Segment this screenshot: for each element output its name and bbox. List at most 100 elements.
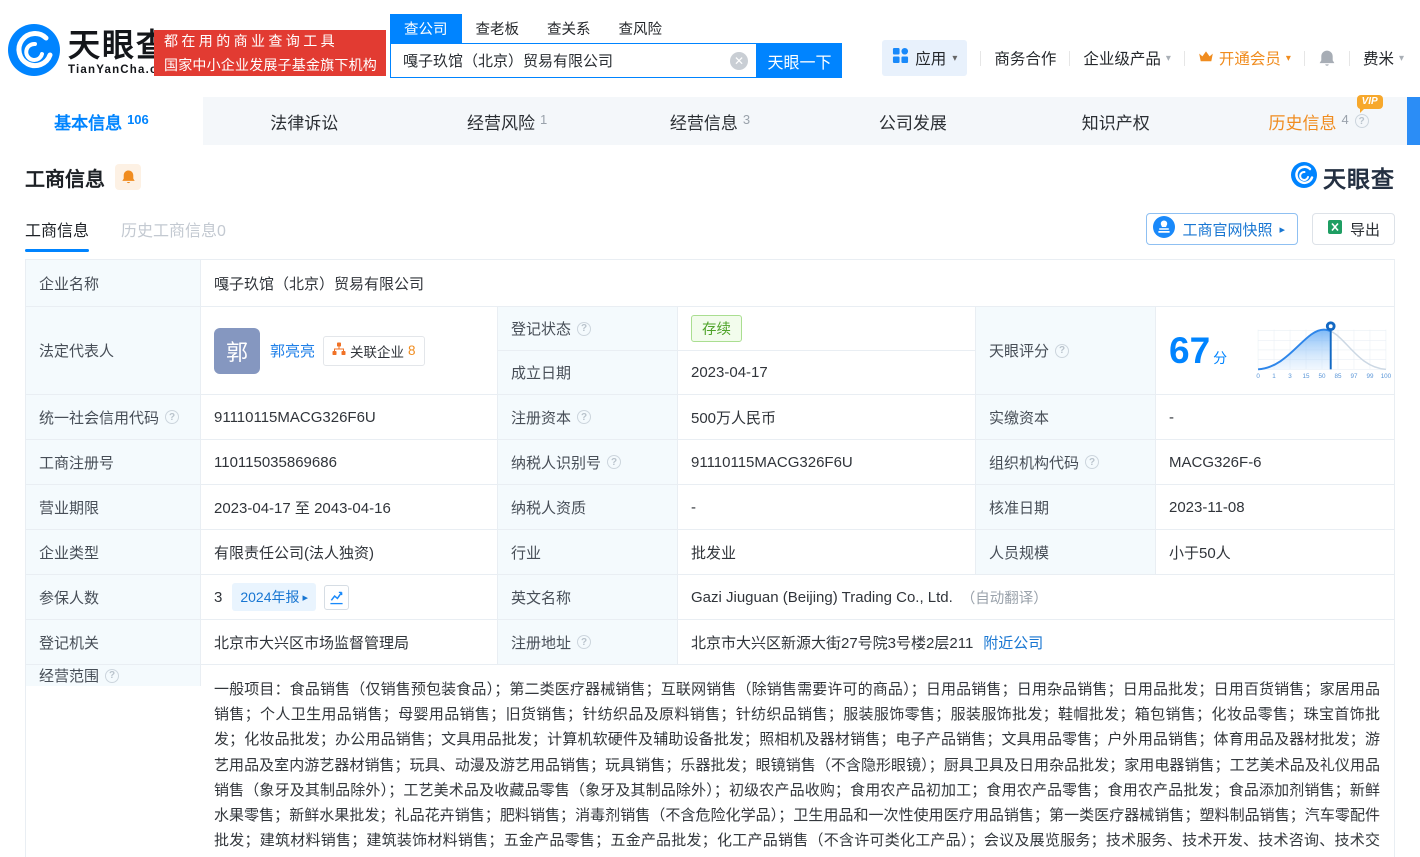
subtab-business-registration[interactable]: 工商信息 bbox=[25, 217, 90, 252]
tab-count: 1 bbox=[540, 111, 548, 127]
search-tab-company[interactable]: 查公司 bbox=[390, 14, 462, 43]
legal-rep-avatar[interactable]: 郭 bbox=[214, 327, 260, 374]
question-icon[interactable]: ? bbox=[577, 410, 592, 424]
reg-address-value: 北京市大兴区新源大街27号院3号楼2层211 bbox=[691, 634, 974, 652]
tab-label: 历史信息 bbox=[1268, 113, 1337, 133]
search-tab-relation[interactable]: 查关系 bbox=[547, 14, 591, 43]
taxpayer-id-label: 纳税人识别号? bbox=[498, 440, 678, 484]
svg-text:0: 0 bbox=[1256, 373, 1260, 380]
establish-date-label: 成立日期 bbox=[498, 351, 678, 394]
reg-authority-label: 登记机关 bbox=[26, 620, 201, 664]
insured-trend-chart-button[interactable] bbox=[324, 584, 350, 610]
taxpayer-quality-value: - bbox=[678, 485, 976, 529]
nav-enterprise[interactable]: 企业级产品 ▾ bbox=[1083, 47, 1171, 69]
nav-cooperation[interactable]: 商务合作 bbox=[994, 47, 1056, 69]
taxpayer-quality-label: 纳税人资质 bbox=[498, 485, 678, 529]
excel-icon bbox=[1327, 219, 1343, 239]
stamp-icon bbox=[1153, 216, 1176, 242]
table-row: 法定代表人 郭 郭亮亮 关联企业 8 登记状态? 存续 成立日期 2023-04… bbox=[26, 307, 1394, 395]
section-title: 工商信息 bbox=[25, 168, 105, 191]
status-date-group: 登记状态? 存续 成立日期 2023-04-17 bbox=[498, 307, 976, 394]
related-companies-badge[interactable]: 关联企业 8 bbox=[323, 335, 425, 366]
question-icon[interactable]: ? bbox=[105, 668, 120, 683]
question-icon[interactable]: ? bbox=[577, 635, 592, 649]
subtab-history-registration[interactable]: 历史工商信息0 bbox=[121, 217, 226, 241]
search-tab-risk[interactable]: 查风险 bbox=[619, 14, 663, 43]
tab-label: 公司发展 bbox=[878, 113, 947, 133]
chevron-down-icon: ▾ bbox=[1165, 52, 1171, 64]
monitor-bell-icon[interactable] bbox=[115, 164, 141, 190]
org-chart-icon bbox=[332, 342, 346, 359]
question-icon[interactable]: ? bbox=[607, 455, 622, 469]
reg-address-cell: 北京市大兴区新源大街27号院3号楼2层211 附近公司 bbox=[678, 620, 1394, 664]
main-nav-tabs: 基本信息 106 法律诉讼 经营风险 1 经营信息 3 公司发展 知识产权 历史… bbox=[0, 94, 1420, 145]
tab-history-info[interactable]: 历史信息 4 ? VIP bbox=[1217, 94, 1420, 145]
tab-company-development[interactable]: 公司发展 bbox=[811, 97, 1014, 145]
tab-business-info[interactable]: 经营信息 3 bbox=[609, 97, 812, 145]
search-tab-boss[interactable]: 查老板 bbox=[476, 14, 520, 43]
search-input[interactable] bbox=[391, 44, 756, 77]
tab-operating-risk[interactable]: 经营风险 1 bbox=[406, 97, 609, 145]
taxpayer-id-value: 91110115MACG326F6U bbox=[678, 440, 976, 484]
watermark-text: 天眼查 bbox=[1323, 166, 1395, 192]
slogan-line-1: 都在用的商业查询工具 bbox=[164, 33, 338, 49]
reg-capital-label: 注册资本? bbox=[498, 395, 678, 439]
score-cell[interactable]: 67 分 0 1 3 15 50 85 97 99 100 bbox=[1156, 307, 1394, 394]
question-icon[interactable]: ? bbox=[1085, 455, 1100, 469]
tianyancha-logo-icon bbox=[8, 24, 60, 81]
insured-cell: 3 2024年报 ▸ bbox=[201, 575, 498, 619]
credit-code-value: 91110115MACG326F6U bbox=[201, 395, 498, 439]
enterprise-label: 企业级产品 bbox=[1083, 51, 1161, 68]
establish-date-value: 2023-04-17 bbox=[678, 351, 976, 394]
svg-text:100: 100 bbox=[1381, 373, 1392, 380]
nav-open-vip[interactable]: 开通会员 ▾ bbox=[1198, 47, 1291, 69]
reg-address-label: 注册地址? bbox=[498, 620, 678, 664]
tab-count: 3 bbox=[742, 111, 751, 127]
vip-badge: VIP bbox=[1356, 94, 1383, 113]
clear-search-icon[interactable]: ✕ bbox=[730, 52, 748, 70]
business-term-value: 2023-04-17 至 2043-04-16 bbox=[201, 485, 498, 529]
question-icon[interactable]: ? bbox=[165, 410, 180, 424]
scrollbar-thumb[interactable] bbox=[1407, 97, 1420, 145]
apps-menu[interactable]: 应用 ▾ bbox=[882, 40, 968, 76]
apps-label: 应用 bbox=[915, 51, 947, 68]
divider bbox=[1303, 50, 1305, 66]
notification-bell-icon[interactable] bbox=[1318, 49, 1336, 68]
table-row: 营业期限 2023-04-17 至 2043-04-16 纳税人资质 - 核准日… bbox=[26, 485, 1394, 530]
svg-text:3: 3 bbox=[1288, 373, 1292, 380]
table-row: 参保人数 3 2024年报 ▸ 英文名称 Gazi Jiuguan (Beiji… bbox=[26, 575, 1394, 620]
search-area: 查公司 查老板 查关系 查风险 ✕ 天眼一下 bbox=[390, 14, 842, 78]
company-name-value: 嘎子玖馆（北京）贸易有限公司 bbox=[214, 275, 425, 293]
snapshot-label: 工商官网快照 bbox=[1182, 221, 1273, 239]
approval-date-label: 核准日期 bbox=[976, 485, 1156, 529]
svg-text:1: 1 bbox=[1272, 373, 1276, 380]
business-term-label: 营业期限 bbox=[26, 485, 201, 529]
divider bbox=[1069, 50, 1071, 66]
user-menu[interactable]: 费米 ▾ bbox=[1363, 47, 1404, 69]
tab-basic-info[interactable]: 基本信息 106 bbox=[0, 97, 203, 145]
english-name-value: Gazi Jiuguan (Beijing) Trading Co., Ltd. bbox=[691, 588, 953, 606]
question-icon[interactable]: ? bbox=[1055, 343, 1070, 358]
annual-report-badge[interactable]: 2024年报 ▸ bbox=[232, 583, 317, 611]
nearby-companies-link[interactable]: 附近公司 bbox=[983, 632, 1043, 653]
svg-text:50: 50 bbox=[1319, 373, 1326, 380]
tab-count: 4 bbox=[1341, 111, 1349, 127]
chevron-down-icon: ▾ bbox=[952, 52, 958, 64]
insured-label: 参保人数 bbox=[26, 575, 201, 619]
search-submit-button[interactable]: 天眼一下 bbox=[757, 43, 842, 78]
table-row: 统一社会信用代码? 91110115MACG326F6U 注册资本? 500万人… bbox=[26, 395, 1394, 440]
score-distribution-chart: 0 1 3 15 50 85 97 99 100 bbox=[1252, 318, 1392, 384]
business-scope-value: 一般项目：食品销售（仅销售预包装食品）；第二类医疗器械销售；互联网销售（除销售需… bbox=[214, 681, 1380, 850]
question-icon[interactable]: ? bbox=[577, 321, 592, 336]
question-icon[interactable]: ? bbox=[1354, 114, 1369, 128]
export-button[interactable]: 导出 bbox=[1311, 213, 1395, 245]
svg-text:99: 99 bbox=[1366, 373, 1373, 380]
legal-rep-name-link[interactable]: 郭亮亮 bbox=[270, 340, 315, 361]
tianyancha-logo[interactable]: 天眼查 TianYanCha.com bbox=[8, 24, 177, 81]
tab-label: 基本信息 bbox=[54, 113, 123, 133]
svg-text:15: 15 bbox=[1303, 373, 1310, 380]
official-snapshot-button[interactable]: 工商官网快照 ▸ bbox=[1146, 213, 1298, 245]
tab-intellectual-property[interactable]: 知识产权 bbox=[1014, 97, 1217, 145]
related-companies-count: 8 bbox=[408, 343, 416, 358]
tab-legal-litigation[interactable]: 法律诉讼 bbox=[203, 97, 406, 145]
